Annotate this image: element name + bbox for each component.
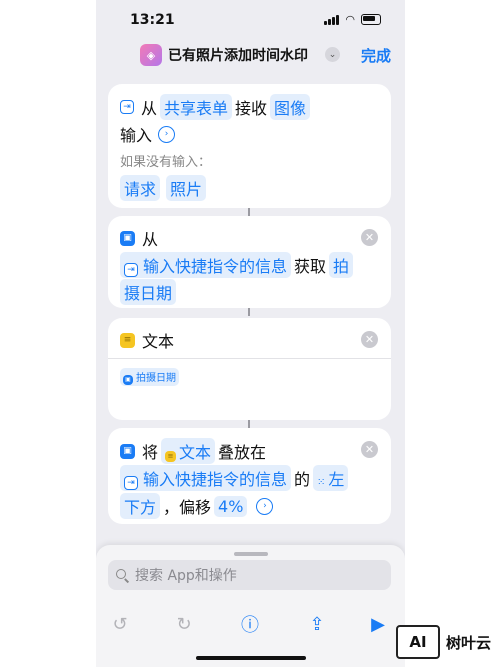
watermark: AI 树叶云: [396, 622, 500, 662]
text-action-title: 文本: [142, 332, 175, 351]
token-text: 文本: [179, 443, 212, 462]
undo-icon[interactable]: ↺: [107, 611, 133, 637]
chevron-right-icon[interactable]: ›: [256, 497, 274, 515]
label-from: 从: [141, 99, 158, 118]
info-icon[interactable]: ⓘ: [237, 611, 263, 637]
share-icon[interactable]: ⇪: [304, 611, 330, 637]
shortcut-app-icon[interactable]: ◈: [140, 44, 162, 66]
search-field[interactable]: 搜索 App和操作: [108, 560, 391, 590]
token-request[interactable]: 请求: [120, 175, 161, 201]
token-date-taken[interactable]: 拍: [329, 252, 354, 278]
token-text: 拍摄日期: [136, 373, 176, 384]
watermark-text: 树叶云: [446, 633, 492, 652]
home-indicator: [196, 656, 306, 660]
done-button[interactable]: 完成: [361, 45, 391, 66]
action-receive-card[interactable]: ⇥ 从 共享表单 接收 图像 输入 › 如果没有输入： 请求 照片: [108, 84, 391, 208]
label-input: 输入: [120, 126, 153, 145]
close-icon[interactable]: ✕: [361, 441, 378, 458]
token-text: 输入快捷指令的信息: [143, 257, 288, 276]
token-share-sheet[interactable]: 共享表单: [160, 94, 233, 120]
token-position-cont[interactable]: 下方: [120, 493, 161, 519]
token-date-taken-var[interactable]: ▣ 拍摄日期: [120, 368, 179, 386]
token-shortcut-input[interactable]: ⇥ 输入快捷指令的信息: [120, 465, 292, 491]
phone-screen: 13:21 ◠ ◈ 已有照片添加时间水印 ⌄ 完成 ⇥ 从 共享表单 接收 图像…: [96, 0, 405, 667]
token-date-taken-cont[interactable]: 摄日期: [120, 279, 177, 305]
token-photos[interactable]: 照片: [166, 175, 207, 201]
input-arrow-icon: ⇥: [124, 263, 138, 277]
action-text-card[interactable]: ✕ ≡ 文本 ▣ 拍摄日期: [108, 318, 391, 420]
label-from: 从: [142, 230, 159, 249]
photo-details-icon: ▣: [123, 374, 133, 385]
token-text-var[interactable]: ≡ 文本: [161, 438, 216, 464]
token-shortcut-input[interactable]: ⇥ 输入快捷指令的信息: [120, 252, 292, 278]
action-search-sheet[interactable]: 搜索 App和操作 ↺ ↻ ⓘ ⇪ ▶: [96, 545, 405, 667]
action-overlay-card[interactable]: ✕ ▣ 将 ≡ 文本 叠放在 ⇥ 输入快捷指令的信息 的 ⁙ 左 下方 ，偏移 4% …: [108, 428, 391, 524]
editor-toolbar: ↺ ↻ ⓘ ⇪ ▶: [96, 611, 405, 641]
connector-line: [248, 308, 250, 316]
photo-details-icon: ▣: [120, 230, 135, 246]
close-icon[interactable]: ✕: [361, 331, 378, 348]
label-will: 将: [142, 443, 159, 462]
input-arrow-icon: ⇥: [120, 100, 134, 114]
grid-icon: ⁙: [317, 477, 326, 488]
sheet-grabber[interactable]: [234, 552, 268, 556]
play-icon[interactable]: ▶: [365, 611, 391, 637]
label-receive: 接收: [235, 99, 268, 118]
nav-bar: ◈ 已有照片添加时间水印 ⌄ 完成: [96, 40, 405, 70]
redo-icon[interactable]: ↻: [171, 611, 197, 637]
connector-line: [248, 208, 250, 216]
status-icons: ◠: [324, 13, 381, 26]
wifi-icon: ◠: [345, 13, 355, 26]
token-position[interactable]: ⁙ 左: [313, 465, 349, 491]
label-get: 获取: [294, 257, 327, 276]
chevron-down-icon[interactable]: ⌄: [325, 47, 340, 62]
token-images[interactable]: 图像: [270, 94, 311, 120]
close-icon[interactable]: ✕: [361, 229, 378, 246]
divider: [108, 358, 391, 359]
shortcut-title[interactable]: 已有照片添加时间水印: [168, 45, 308, 65]
battery-icon: [361, 14, 381, 25]
overlay-image-icon: ▣: [120, 443, 135, 459]
action-get-details-card[interactable]: ✕ ▣ 从 ⇥ 输入快捷指令的信息 获取 拍 摄日期: [108, 216, 391, 308]
signal-icon: [324, 14, 340, 25]
label-if-no-input: 如果没有输入：: [120, 155, 212, 170]
search-input[interactable]: 搜索 App和操作: [135, 565, 237, 585]
token-text: 输入快捷指令的信息: [143, 470, 288, 489]
label-offset: ，偏移: [163, 498, 212, 517]
label-overlay: 叠放在: [218, 443, 267, 462]
watermark-logo: AI: [396, 625, 440, 659]
connector-line: [248, 420, 250, 428]
text-icon: ≡: [120, 332, 135, 348]
label-of: 的: [294, 470, 311, 489]
search-icon: [116, 568, 129, 582]
token-text: 左: [328, 470, 345, 489]
token-offset-percent[interactable]: 4%: [214, 495, 248, 517]
status-bar: 13:21 ◠: [96, 0, 405, 40]
input-arrow-icon: ⇥: [124, 476, 138, 490]
text-icon: ≡: [165, 450, 177, 462]
status-time: 13:21: [130, 12, 175, 28]
chevron-right-icon[interactable]: ›: [158, 125, 176, 143]
